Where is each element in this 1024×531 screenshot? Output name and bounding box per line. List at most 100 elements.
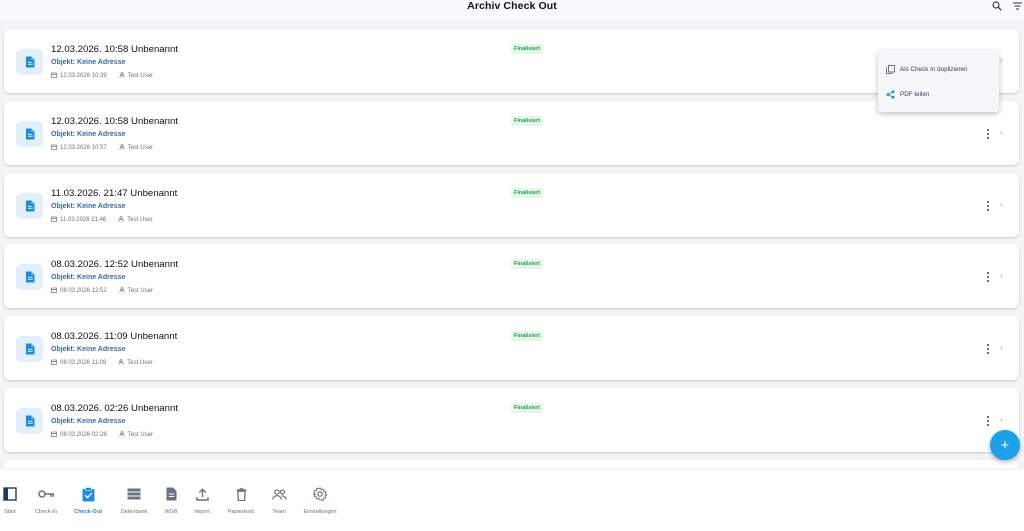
chevron-right-icon: › (1000, 415, 1003, 424)
context-menu: Als Check In duplizieren PDF teilen (878, 51, 999, 112)
more-options-icon[interactable] (984, 271, 992, 283)
nav-label: Papierkorb (227, 509, 255, 515)
chevron-right-icon: › (1000, 128, 1003, 137)
document-icon (16, 121, 43, 147)
record-meta: 08.03.2026 11:09 Test User (51, 359, 153, 367)
nav-item-check-out[interactable]: Check-Out (70, 486, 106, 520)
search-icon[interactable] (991, 0, 1003, 12)
record-meta: 11.03.2026 21:46 Test User (51, 216, 153, 224)
list-item[interactable]: 11.03.2026. 21:47 Unbenannt Objekt: Kein… (4, 173, 1019, 237)
status-badge: Finalisiert (511, 188, 543, 198)
record-object: Objekt: Keine Adresse (51, 418, 126, 425)
nav-label: Datenbank (120, 509, 148, 515)
menu-item-label: Als Check In duplizieren (900, 65, 968, 73)
sort-icon[interactable] (1011, 0, 1023, 12)
record-title: 12.03.2026. 10:58 Unbenannt (51, 116, 178, 127)
user-icon (119, 72, 125, 80)
nav-label: Start (4, 509, 16, 515)
nav-item-start[interactable]: Start (0, 486, 20, 520)
record-user: Test User (127, 217, 153, 223)
record-meta: 12.03.2026 10:57 Test User (51, 144, 153, 152)
status-badge: Finalisiert (511, 259, 543, 269)
app-bar: Archiv Check Out (0, 0, 1024, 20)
record-meta: 12.03.2026 10:39 Test User (51, 72, 153, 80)
more-options-icon[interactable] (984, 200, 992, 212)
nav-label: Check-In (34, 509, 57, 515)
clipboard-check-icon (79, 486, 97, 502)
menu-item-label: PDF teilen (900, 90, 930, 98)
list-item[interactable]: 08.03.2026. 12:52 Unbenannt Objekt: Kein… (4, 244, 1019, 308)
calendar-icon (51, 431, 57, 439)
record-date: 12.03.2026 10:39 (60, 73, 107, 79)
chevron-right-icon: › (1000, 271, 1003, 280)
nav-label: Einstellungen (303, 509, 337, 515)
nav-label: Import (194, 509, 210, 515)
user-icon (119, 431, 125, 439)
document-icon (16, 336, 43, 362)
sidebar-toggle-icon (1, 486, 19, 502)
more-options-icon[interactable] (984, 343, 992, 355)
record-object: Objekt: Keine Adresse (51, 274, 126, 281)
calendar-icon (51, 287, 57, 295)
nav-item-team[interactable]: Team (268, 486, 290, 520)
nav-item-papierkorb[interactable]: Papierkorb (224, 486, 258, 520)
record-date: 08.03.2026 02:26 (60, 432, 107, 438)
record-meta: 08.03.2026 12:52 Test User (51, 287, 153, 295)
chevron-right-icon: › (1000, 343, 1003, 352)
calendar-icon (51, 359, 57, 367)
user-icon (118, 359, 124, 367)
list-item[interactable]: 08.03.2026. 02:26 Unbenannt Objekt: Kein… (4, 388, 1019, 452)
gear-icon (311, 486, 329, 502)
add-button[interactable]: + (990, 430, 1020, 460)
record-object: Objekt: Keine Adresse (51, 346, 126, 353)
record-title: 08.03.2026. 02:26 Unbenannt (51, 403, 178, 414)
key-icon (37, 486, 55, 502)
calendar-icon (51, 72, 57, 80)
record-date: 11.03.2026 21:46 (60, 217, 107, 223)
document-icon (16, 49, 43, 75)
record-date: 12.03.2026 10:57 (60, 145, 107, 151)
share-icon (885, 89, 895, 99)
team-icon (270, 486, 288, 502)
record-user: Test User (127, 288, 154, 294)
user-icon (119, 144, 125, 152)
upload-icon (193, 486, 211, 502)
record-object: Objekt: Keine Adresse (51, 203, 126, 210)
nav-label: Check-Out (74, 509, 102, 515)
record-date: 08.03.2026 11:09 (60, 360, 107, 366)
list-item[interactable] (4, 460, 1019, 468)
list-item[interactable]: 08.03.2026. 11:09 Unbenannt Objekt: Kein… (4, 316, 1019, 380)
nav-item-import[interactable]: Import (190, 486, 214, 520)
status-badge: Finalisiert (511, 116, 543, 126)
list-item[interactable]: 12.03.2026. 10:58 Unbenannt Objekt: Kein… (4, 101, 1019, 165)
trash-icon (232, 486, 250, 502)
menu-item-share-pdf[interactable]: PDF teilen (878, 83, 999, 105)
list-item[interactable]: 12.03.2026. 10:58 Unbenannt Objekt: Kein… (4, 29, 1019, 93)
document-icon (16, 264, 43, 290)
bottom-nav: Start Check-In Check-Out Datenbank WGB I… (0, 470, 1024, 531)
page-title: Archiv Check Out (467, 0, 557, 12)
menu-item-duplicate-as-check-in[interactable]: Als Check In duplizieren (878, 58, 999, 80)
nav-item-datenbank[interactable]: Datenbank (115, 486, 153, 520)
record-user: Test User (127, 360, 153, 366)
status-badge: Finalisiert (511, 331, 543, 341)
user-icon (118, 216, 124, 224)
nav-item-check-in[interactable]: Check-In (31, 486, 61, 520)
record-date: 08.03.2026 12:52 (60, 288, 107, 294)
chevron-right-icon: › (1000, 56, 1003, 65)
document-icon (162, 486, 180, 502)
database-icon (125, 486, 143, 502)
record-user: Test User (127, 432, 154, 438)
nav-item-wgb[interactable]: WGB (161, 486, 181, 520)
user-icon (119, 287, 125, 295)
nav-item-einstellungen[interactable]: Einstellungen (300, 486, 340, 520)
record-title: 08.03.2026. 11:09 Unbenannt (51, 331, 178, 342)
more-options-icon[interactable] (984, 415, 992, 427)
record-object: Objekt: Keine Adresse (51, 131, 126, 138)
more-options-icon[interactable] (984, 128, 992, 140)
status-badge: Finalisiert (511, 403, 543, 413)
record-title: 08.03.2026. 12:52 Unbenannt (51, 259, 178, 270)
document-icon (16, 408, 43, 434)
nav-label: WGB (164, 509, 178, 515)
calendar-icon (51, 144, 57, 152)
